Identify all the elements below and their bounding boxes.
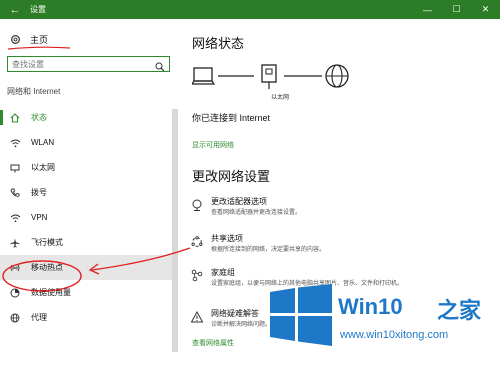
option-title: 网络疑难解答 xyxy=(211,309,259,318)
option-title: 家庭组 xyxy=(211,268,235,277)
show-available-networks-link[interactable]: 显示可用网络 xyxy=(192,140,234,150)
globe-icon xyxy=(9,313,21,323)
nav-item-label: 飞行模式 xyxy=(31,238,63,247)
diagram-caption: 以太网 xyxy=(271,95,290,101)
internet-globe-icon xyxy=(325,64,349,88)
close-button[interactable]: ✕ xyxy=(471,0,500,19)
adapter-icon xyxy=(190,198,204,212)
ethernet-adapter-icon xyxy=(261,64,277,89)
option-adapter[interactable]: 更改适配器选项 查看网络适配器并更改连接设置。 xyxy=(190,196,360,222)
minimize-button[interactable]: — xyxy=(413,0,442,19)
gear-icon xyxy=(9,34,21,46)
homegroup-icon xyxy=(190,269,204,283)
airplane-icon xyxy=(9,238,21,248)
warning-icon xyxy=(190,310,204,324)
change-settings-title: 更改网络设置 xyxy=(192,169,271,184)
option-sharing[interactable]: 共享选项 根据所连接到的网络，决定要共享的内容。 xyxy=(190,233,360,259)
nav-item-airplane[interactable]: 飞行模式 xyxy=(0,230,172,255)
sidebar: 主页 网络和 Internet 状态 WLAN 以太网 xyxy=(0,19,180,369)
option-title: 更改适配器选项 xyxy=(211,197,267,206)
nav-item-data-usage[interactable]: 数据使用量 xyxy=(0,280,172,305)
home-label: 主页 xyxy=(30,35,49,45)
section-heading: 网络和 Internet xyxy=(7,87,61,96)
nav-item-vpn[interactable]: VPN xyxy=(0,205,172,230)
search-icon[interactable] xyxy=(155,59,165,77)
windows-logo-icon xyxy=(270,284,332,346)
nav-list: 状态 WLAN 以太网 拨号 VPN 飞行模式 移动热点 数据使用量 代理 xyxy=(0,105,172,330)
nav-item-dialup[interactable]: 拨号 xyxy=(0,180,172,205)
nav-item-label: WLAN xyxy=(31,138,55,147)
watermark-url: www.win10xitong.com xyxy=(340,329,449,341)
nav-item-label: 拨号 xyxy=(31,188,47,197)
window-controls: — ☐ ✕ xyxy=(413,0,500,19)
nav-item-label: 代理 xyxy=(31,313,47,322)
computer-icon xyxy=(192,67,216,85)
home-status-icon xyxy=(9,112,21,123)
nav-item-ethernet[interactable]: 以太网 xyxy=(0,155,172,180)
nav-item-hotspot[interactable]: 移动热点 xyxy=(0,255,172,280)
ethernet-icon xyxy=(9,163,21,173)
data-usage-icon xyxy=(9,288,21,298)
search-box[interactable] xyxy=(7,56,170,72)
watermark-brand: Win10 xyxy=(338,294,403,319)
watermark-brand-suffix: 之家 xyxy=(437,298,482,323)
connection-status-text: 你已连接到 Internet xyxy=(192,113,271,123)
nav-item-label: VPN xyxy=(31,213,48,222)
option-title: 共享选项 xyxy=(211,234,243,243)
search-input[interactable] xyxy=(8,59,156,69)
view-network-properties-link[interactable]: 查看网络属性 xyxy=(192,338,234,348)
back-button[interactable]: ← xyxy=(0,4,30,16)
option-description: 查看网络适配器并更改连接设置。 xyxy=(211,210,302,216)
phone-icon xyxy=(9,188,21,198)
window-title: 设置 xyxy=(30,5,46,14)
wifi-icon xyxy=(9,138,21,148)
sidebar-scrollbar[interactable] xyxy=(172,109,178,352)
nav-item-label: 以太网 xyxy=(31,163,55,172)
nav-item-status[interactable]: 状态 xyxy=(0,105,172,130)
nav-item-proxy[interactable]: 代理 xyxy=(0,305,172,330)
nav-item-label: 移动热点 xyxy=(31,263,63,272)
nav-item-wlan[interactable]: WLAN xyxy=(0,130,172,155)
vpn-icon xyxy=(9,213,21,223)
home-link[interactable]: 主页 xyxy=(9,33,48,46)
hotspot-icon xyxy=(9,263,21,273)
watermark: Win10 之家 www.win10xitong.com xyxy=(260,278,500,369)
maximize-button[interactable]: ☐ xyxy=(442,0,471,19)
option-description: 根据所连接到的网络，决定要共享的内容。 xyxy=(211,247,326,253)
nav-item-label: 数据使用量 xyxy=(31,288,71,297)
network-status-title: 网络状态 xyxy=(192,36,245,51)
sharing-icon xyxy=(190,235,204,249)
nav-item-label: 状态 xyxy=(31,113,47,122)
title-bar: ← 设置 — ☐ ✕ xyxy=(0,0,500,19)
